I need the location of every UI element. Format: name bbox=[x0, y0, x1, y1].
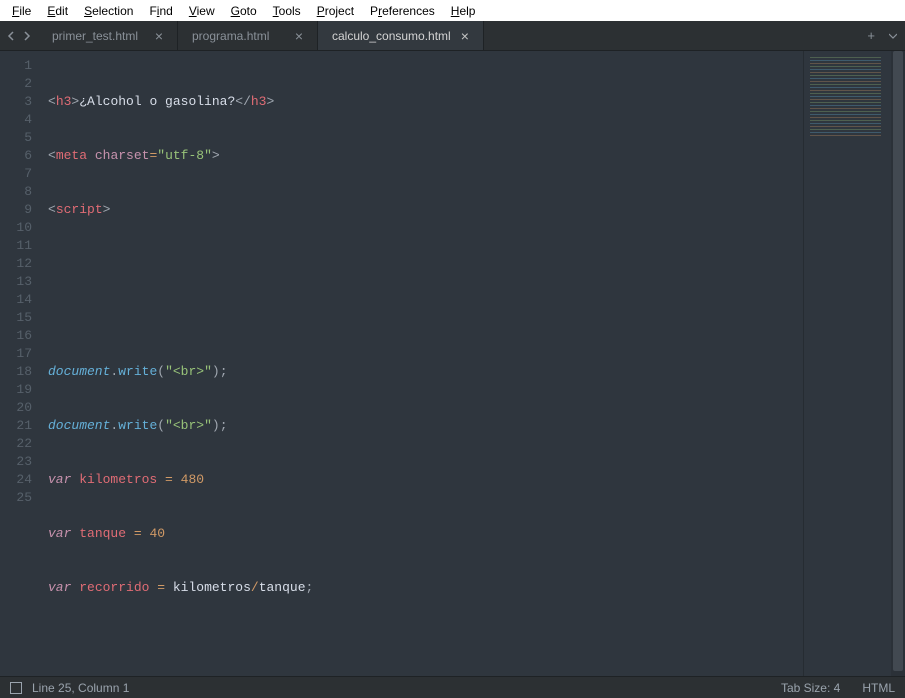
status-position[interactable]: Line 25, Column 1 bbox=[32, 681, 129, 695]
tab-nav bbox=[0, 21, 38, 50]
menu-tools[interactable]: Tools bbox=[265, 2, 309, 20]
close-icon[interactable]: × bbox=[285, 28, 303, 44]
status-bar: Line 25, Column 1 Tab Size: 4 HTML bbox=[0, 676, 905, 698]
tab-primer-test[interactable]: primer_test.html × bbox=[38, 21, 178, 50]
tab-label: programa.html bbox=[192, 29, 269, 43]
menu-preferences[interactable]: Preferences bbox=[362, 2, 443, 20]
close-icon[interactable]: × bbox=[451, 28, 469, 44]
menu-project[interactable]: Project bbox=[309, 2, 362, 20]
vertical-scrollbar[interactable] bbox=[891, 51, 905, 676]
nav-back-icon[interactable] bbox=[6, 31, 16, 41]
minimap[interactable] bbox=[803, 51, 891, 676]
tab-label: primer_test.html bbox=[52, 29, 138, 43]
line-gutter: 1234567891011121314151617181920212223242… bbox=[0, 51, 44, 676]
tab-label: calculo_consumo.html bbox=[332, 29, 451, 43]
status-syntax[interactable]: HTML bbox=[862, 681, 895, 695]
tab-calculo-consumo[interactable]: calculo_consumo.html × bbox=[318, 21, 484, 50]
nav-forward-icon[interactable] bbox=[22, 31, 32, 41]
code-area[interactable]: <h3>¿Alcohol o gasolina?</h3> <meta char… bbox=[44, 51, 803, 676]
panel-toggle-icon[interactable] bbox=[10, 682, 22, 694]
menu-goto[interactable]: Goto bbox=[223, 2, 265, 20]
menu-selection[interactable]: Selection bbox=[76, 2, 141, 20]
menu-help[interactable]: Help bbox=[443, 2, 484, 20]
menu-file[interactable]: File bbox=[4, 2, 39, 20]
menu-edit[interactable]: Edit bbox=[39, 2, 76, 20]
status-tab-size[interactable]: Tab Size: 4 bbox=[781, 681, 840, 695]
close-icon[interactable]: × bbox=[145, 28, 163, 44]
tab-bar: primer_test.html × programa.html × calcu… bbox=[0, 21, 905, 51]
tab-programa[interactable]: programa.html × bbox=[178, 21, 318, 50]
editor: 1234567891011121314151617181920212223242… bbox=[0, 51, 905, 676]
menu-find[interactable]: Find bbox=[141, 2, 180, 20]
scrollbar-thumb[interactable] bbox=[893, 51, 903, 671]
menu-bar: File Edit Selection Find View Goto Tools… bbox=[0, 0, 905, 21]
menu-view[interactable]: View bbox=[181, 2, 223, 20]
tab-menu-icon[interactable] bbox=[885, 21, 905, 50]
new-tab-button[interactable]: + bbox=[857, 21, 885, 50]
